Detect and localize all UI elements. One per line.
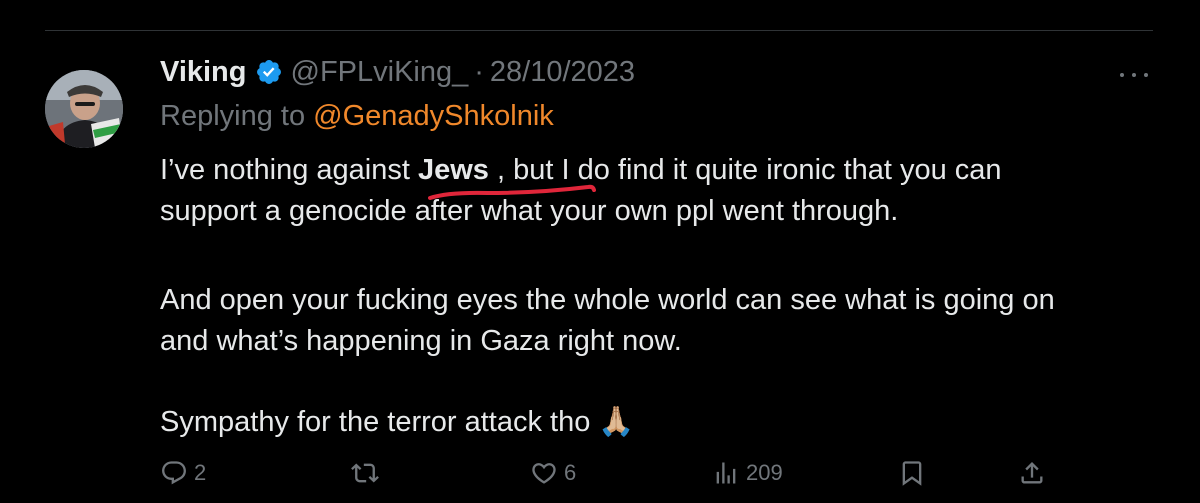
replying-to-label: Replying to bbox=[160, 100, 306, 132]
red-underline-annotation bbox=[428, 184, 596, 200]
more-options-icon[interactable] bbox=[1120, 70, 1148, 80]
tweet-header: Viking @FPLviKing_ · 28/10/2023 bbox=[160, 55, 635, 89]
tweet-date[interactable]: 28/10/2023 bbox=[490, 56, 635, 89]
paragraph-1-line-1: I’ve nothing against Jews , but I do fin… bbox=[160, 150, 1160, 191]
tweet-paragraph-2: And open your fucking eyes the whole wor… bbox=[160, 280, 1160, 362]
share-icon bbox=[1018, 459, 1046, 487]
retweet-icon bbox=[350, 459, 380, 487]
paragraph-3-text: Sympathy for the terror attack tho bbox=[160, 406, 591, 438]
avatar[interactable] bbox=[45, 70, 123, 148]
like-button[interactable]: 6 bbox=[530, 455, 576, 491]
replying-to-mention[interactable]: @GenadyShkolnik bbox=[313, 100, 554, 132]
display-name[interactable]: Viking bbox=[160, 56, 247, 89]
text-segment: I’ve nothing against bbox=[160, 154, 418, 186]
tweet-paragraph-3: Sympathy for the terror attack tho 🙏🏼 bbox=[160, 402, 1160, 443]
share-button[interactable] bbox=[1018, 455, 1046, 491]
heart-icon bbox=[530, 459, 558, 487]
bookmark-button[interactable] bbox=[898, 455, 926, 491]
folded-hands-emoji: 🙏🏼 bbox=[598, 406, 635, 438]
replying-to: Replying to @GenadyShkolnik bbox=[160, 100, 554, 133]
top-divider bbox=[45, 30, 1153, 31]
views-icon bbox=[712, 459, 740, 487]
paragraph-2-line-2: and what’s happening in Gaza right now. bbox=[160, 325, 682, 357]
tweet-paragraph-1: I’ve nothing against Jews , but I do fin… bbox=[160, 150, 1160, 232]
paragraph-1-line-2: support a genocide after what your own p… bbox=[160, 195, 899, 227]
verified-badge-icon bbox=[255, 58, 283, 86]
separator-dot: · bbox=[474, 55, 484, 88]
paragraph-2-line-1: And open your fucking eyes the whole wor… bbox=[160, 284, 1055, 316]
avatar-photo bbox=[45, 70, 123, 148]
reply-count: 2 bbox=[194, 460, 207, 485]
views-button[interactable]: 209 bbox=[712, 455, 783, 491]
bookmark-icon bbox=[898, 459, 926, 487]
reply-button[interactable]: 2 bbox=[160, 455, 206, 491]
retweet-button[interactable] bbox=[350, 455, 386, 491]
reply-icon bbox=[160, 459, 188, 487]
like-count: 6 bbox=[564, 460, 577, 485]
views-count: 209 bbox=[746, 460, 783, 485]
user-handle[interactable]: @FPLviKing_ bbox=[291, 56, 469, 89]
tweet-actions: 2 6 209 bbox=[160, 455, 1060, 491]
